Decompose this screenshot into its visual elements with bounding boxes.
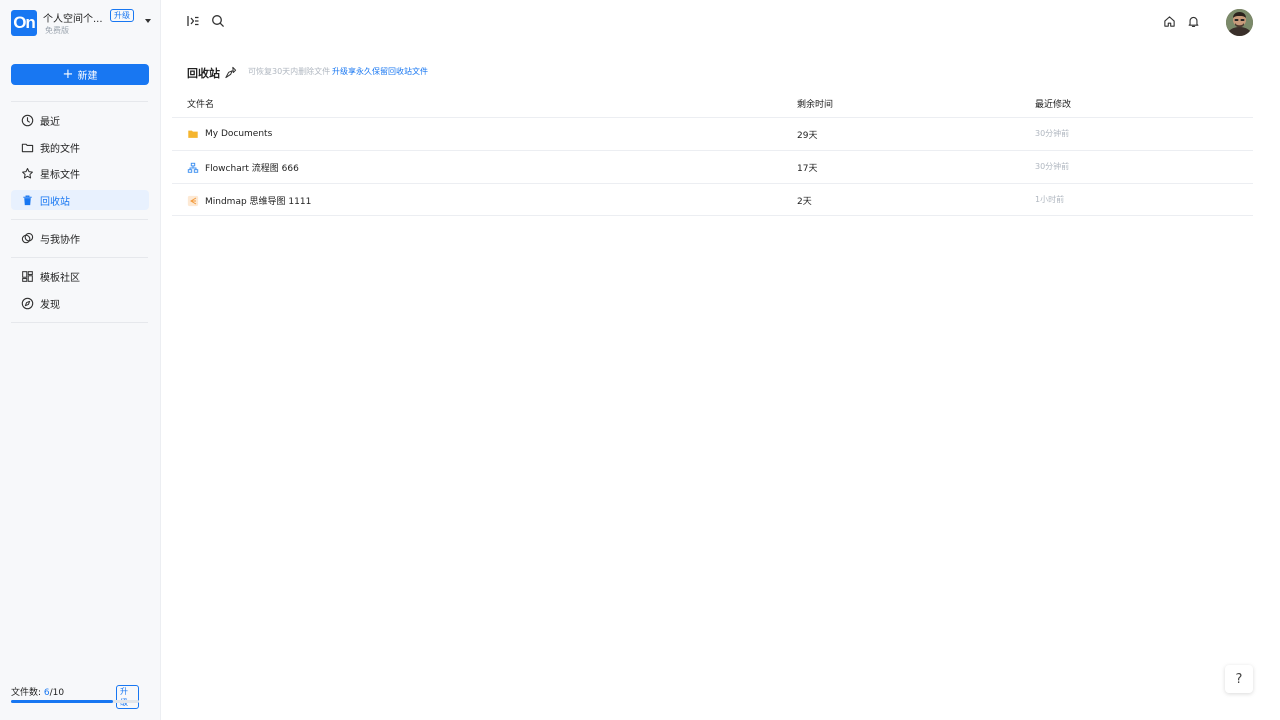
- file-name: My Documents: [205, 129, 273, 139]
- column-header-modified[interactable]: 最近修改: [1035, 97, 1071, 110]
- sidebar-divider: [11, 101, 148, 102]
- column-header-name[interactable]: 文件名: [187, 97, 214, 110]
- table-row[interactable]: Mindmap 思维导图 1111: [187, 194, 311, 207]
- plus-icon: +: [62, 67, 74, 82]
- compass-icon: [21, 297, 34, 309]
- flowchart-icon: [187, 162, 199, 173]
- sidebar-item-discover[interactable]: 发现: [11, 293, 149, 313]
- broom-icon[interactable]: [224, 64, 237, 79]
- collaborate-icon: [21, 232, 34, 243]
- star-icon: [22, 167, 33, 178]
- sidebar-item-templates[interactable]: 模板社区: [11, 266, 149, 286]
- chevron-down-icon[interactable]: [145, 19, 151, 23]
- workspace-switcher[interactable]: On 个人空间个... 升级 免费版: [11, 9, 156, 40]
- sidebar-item-shared[interactable]: 与我协作: [11, 228, 149, 248]
- sidebar-item-my-files[interactable]: 我的文件: [11, 137, 149, 157]
- sidebar-item-recent[interactable]: 最近: [11, 110, 149, 130]
- table-divider: [172, 215, 1253, 216]
- table-divider: [172, 183, 1253, 184]
- remaining-time: 29天: [797, 131, 818, 141]
- home-icon[interactable]: [1162, 14, 1176, 28]
- modified-time: 1小时前: [1035, 195, 1065, 204]
- table-divider: [172, 150, 1253, 151]
- avatar[interactable]: [1226, 9, 1253, 36]
- sidebar-divider: [11, 219, 148, 220]
- file-usage-fill: [11, 700, 114, 703]
- trash-icon: [23, 194, 32, 205]
- folder-icon: [188, 130, 198, 138]
- table-row[interactable]: My Documents: [187, 128, 272, 140]
- clock-icon: [21, 114, 34, 126]
- usage-upgrade-badge[interactable]: 升级: [116, 685, 139, 709]
- sidebar-divider: [11, 322, 148, 323]
- sidebar-item-label: 最近: [40, 116, 60, 128]
- template-icon: [22, 270, 33, 282]
- sidebar-item-label: 发现: [40, 299, 60, 311]
- upgrade-link[interactable]: 升级享永久保留回收站文件: [332, 66, 428, 77]
- sidebar-divider: [11, 257, 148, 258]
- bell-icon[interactable]: [1186, 14, 1200, 28]
- page-title: 回收站: [187, 67, 220, 80]
- sidebar-item-label: 我的文件: [40, 143, 80, 155]
- workspace-logo: On: [11, 10, 37, 36]
- workspace-plan: 免费版: [45, 26, 69, 35]
- file-name: Mindmap 思维导图 1111: [205, 197, 312, 207]
- sidebar-item-label: 与我协作: [40, 234, 80, 246]
- mindmap-icon: [187, 195, 199, 206]
- folder-icon: [21, 143, 34, 152]
- help-button[interactable]: ?: [1225, 665, 1253, 693]
- search-icon[interactable]: [211, 14, 225, 28]
- table-row[interactable]: Flowchart 流程图 666: [187, 161, 299, 174]
- file-usage-text: 文件数: 6/10: [11, 688, 65, 698]
- sidebar-item-label: 回收站: [40, 196, 70, 208]
- file-usage-bar: [11, 700, 139, 703]
- file-name: Flowchart 流程图 666: [205, 164, 299, 174]
- sidebar-item-starred[interactable]: 星标文件: [11, 163, 149, 183]
- upgrade-badge[interactable]: 升级: [110, 9, 134, 22]
- modified-time: 30分钟前: [1035, 162, 1070, 171]
- sidebar-item-trash[interactable]: 回收站: [11, 190, 149, 210]
- remaining-time: 2天: [797, 197, 812, 207]
- new-button[interactable]: + 新建: [11, 64, 149, 85]
- sidebar-item-label: 模板社区: [40, 272, 80, 284]
- new-button-label: 新建: [77, 71, 98, 82]
- sidebar-toggle-icon[interactable]: [186, 14, 200, 28]
- modified-time: 30分钟前: [1035, 129, 1070, 138]
- column-header-remaining[interactable]: 剩余时间: [797, 97, 833, 110]
- workspace-name[interactable]: 个人空间个...: [43, 10, 103, 25]
- table-divider: [172, 117, 1253, 118]
- sidebar-item-label: 星标文件: [40, 169, 80, 181]
- trash-hint: 可恢复30天内删除文件: [248, 67, 331, 76]
- remaining-time: 17天: [797, 164, 818, 174]
- sidebar: On 个人空间个... 升级 免费版 + 新建 最近 我的文件 星标文件 回收站…: [0, 0, 161, 720]
